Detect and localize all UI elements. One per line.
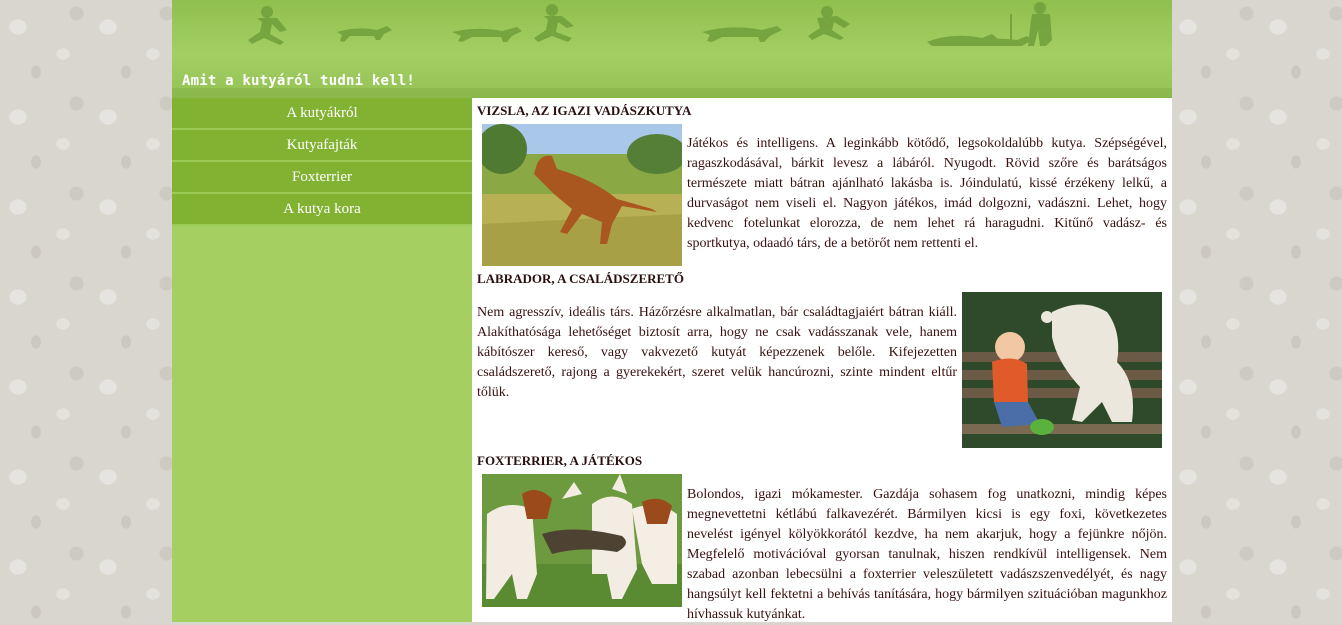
vizsla-photo <box>482 124 682 266</box>
main-content: VIZSLA, AZ IGAZI VADÁSZKUTYA Játékos és … <box>472 98 1172 622</box>
section-heading-labrador: LABRADOR, A CSALÁDSZERETŐ <box>477 271 684 286</box>
sidebar: A kutyákról Kutyafajták Foxterrier A kut… <box>172 98 472 622</box>
section-heading-vizsla: VIZSLA, AZ IGAZI VADÁSZKUTYA <box>477 103 692 118</box>
nav-item-foxterrier[interactable]: Foxterrier <box>172 162 472 194</box>
page-container: Amit a kutyáról tudni kell! A kutyákról … <box>172 0 1172 622</box>
foxterrier-photo <box>482 474 682 607</box>
labrador-photo <box>962 292 1162 448</box>
nav-item-kutyafajtak[interactable]: Kutyafajták <box>172 130 472 162</box>
nav-item-a-kutya-kora[interactable]: A kutya kora <box>172 194 472 226</box>
section-text-foxterrier: Bolondos, igazi mókamester. Gazdája soha… <box>687 487 1167 622</box>
section-heading-foxterrier: FOXTERRIER, A JÁTÉKOS <box>477 453 643 468</box>
section-text-labrador: Nem agresszív, ideális társ. Házőrzésre … <box>477 305 957 400</box>
section-text-vizsla: Játékos és intelligens. A leginkább kötő… <box>687 136 1167 251</box>
site-title: Amit a kutyáról tudni kell! <box>182 73 415 89</box>
nav-item-a-kutyakrol[interactable]: A kutyákról <box>172 98 472 130</box>
header-banner: Amit a kutyáról tudni kell! <box>172 0 1172 98</box>
